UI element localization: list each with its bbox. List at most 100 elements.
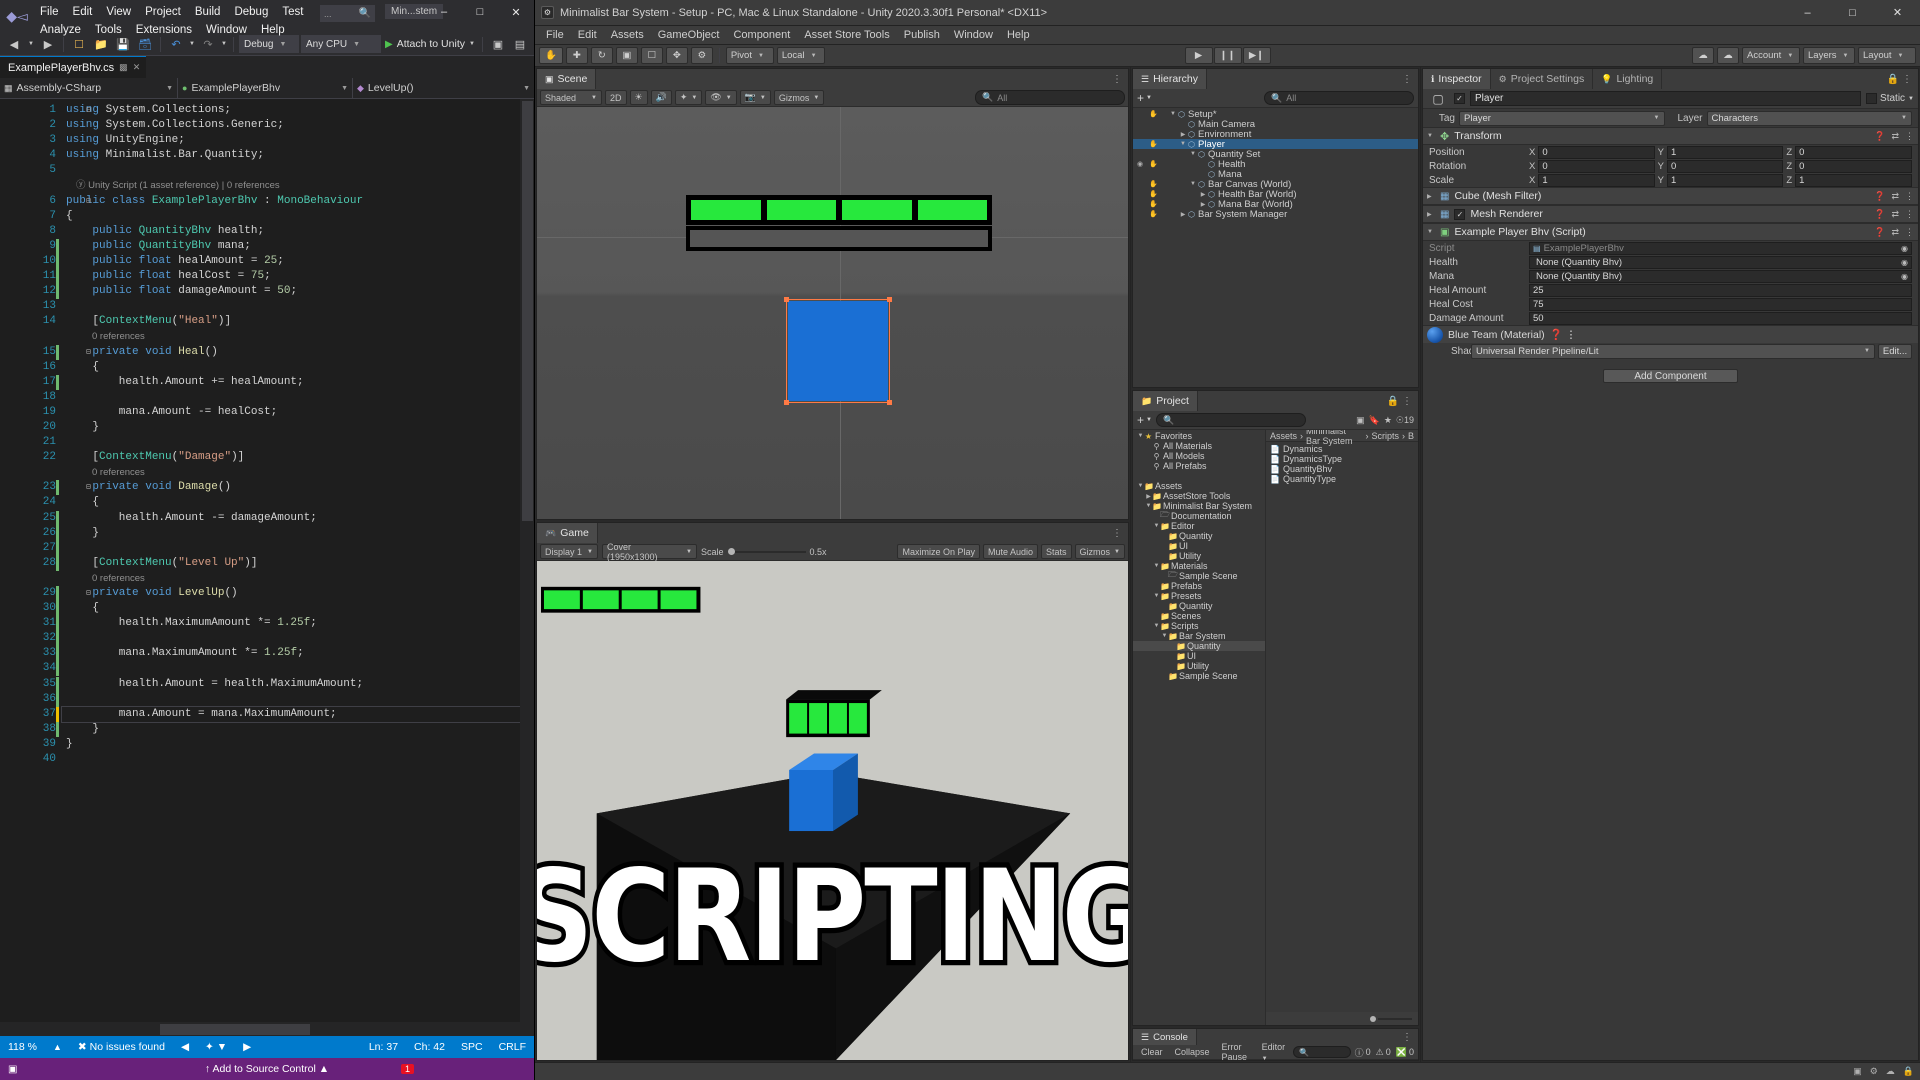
unity-maximize-button[interactable]: □ <box>1830 0 1875 26</box>
hierarchy-item-mana-bar-world[interactable]: ✋ ▶ ⬡ Mana Bar (World) <box>1133 199 1418 210</box>
expand-arrow-icon[interactable]: ▶ <box>1199 201 1207 208</box>
component-mesh-renderer[interactable]: ▶ ▦ ✓ Mesh Renderer ❓ ⇄ ⋮ <box>1423 205 1918 223</box>
project-folder-quantity[interactable]: 📁 Quantity <box>1133 601 1265 611</box>
pickability-hand-icon[interactable]: ✋ <box>1149 190 1158 198</box>
collab-icon[interactable]: ☁ <box>1692 47 1714 64</box>
play-button[interactable]: ▶ <box>1184 47 1213 64</box>
scene-mana-bar[interactable] <box>686 226 992 251</box>
project-zoom-slider[interactable] <box>1266 1012 1418 1025</box>
project-folder-documentation[interactable]: 🗁 Documentation <box>1133 510 1265 521</box>
cube-handle-tr[interactable] <box>887 297 892 302</box>
expand-arrow-icon[interactable]: ▼ <box>1137 483 1144 489</box>
attach-play-icon[interactable]: ▶ <box>383 39 395 50</box>
vs-quick-search[interactable]: ... 🔍 <box>320 5 375 22</box>
tab-inspector[interactable]: ℹ Inspector <box>1423 69 1491 89</box>
nav-type-dropdown[interactable]: ● ExamplePlayerBhv ▼ <box>178 78 353 98</box>
scene-camera-icon[interactable]: 📷 ▼ <box>739 90 771 105</box>
vs-minimize-button[interactable]: – <box>426 0 462 24</box>
hierarchy-item-health[interactable]: ◉ ✋ ⬡ Health <box>1133 159 1418 170</box>
issues-status[interactable]: ✖ No issues found <box>70 1041 173 1053</box>
console-warning-count[interactable]: ⚠ 0 <box>1376 1047 1391 1058</box>
toolbar-extra-icon-1[interactable]: ▣ <box>488 35 508 54</box>
project-folder-tree[interactable]: ▼ ★ Favorites ⚲ All Materials ⚲ All Models ⚲ All… <box>1133 430 1266 1025</box>
cube-handle-bl[interactable] <box>784 400 789 405</box>
unity-menu-component[interactable]: Component <box>726 26 797 45</box>
pickability-hand-icon[interactable]: ✋ <box>1149 110 1158 118</box>
hierarchy-item-main-camera[interactable]: ⬡ Main Camera <box>1133 119 1418 130</box>
project-folder-all-prefabs[interactable]: ⚲ All Prefabs <box>1133 461 1265 471</box>
console-search-input[interactable]: 🔍 <box>1293 1046 1351 1058</box>
project-folder-ui[interactable]: 📁 UI <box>1133 651 1265 661</box>
add-component-button[interactable]: Add Component <box>1603 369 1738 383</box>
help-icon[interactable]: ❓ <box>1874 131 1885 142</box>
expand-arrow-icon[interactable]: ▼ <box>1153 563 1160 569</box>
toolbar-extra-icon-2[interactable]: ▤ <box>510 35 530 54</box>
project-folder-utility[interactable]: 📁 Utility <box>1133 661 1265 671</box>
unity-menu-assets[interactable]: Assets <box>604 26 651 45</box>
help-icon-material[interactable]: ❓ <box>1550 329 1563 341</box>
object-name-input[interactable]: Player <box>1470 91 1862 106</box>
console-error-pause-button[interactable]: Error Pause <box>1218 1042 1254 1062</box>
expand-arrow-icon[interactable]: ▶ <box>1179 211 1187 218</box>
tab-game[interactable]: 🎮 Game <box>537 523 598 543</box>
unity-menu-file[interactable]: File <box>539 26 571 45</box>
more-icon[interactable]: ⋮ <box>1905 131 1914 142</box>
chevron-down-icon-transform[interactable]: ▼ <box>1427 133 1435 139</box>
space-dropdown[interactable]: Local ▼ <box>776 47 825 64</box>
filter-type-icon[interactable]: ▣ <box>1356 415 1365 426</box>
status-icon-1[interactable]: ▣ <box>1853 1066 1862 1077</box>
more-icon-script[interactable]: ⋮ <box>1905 227 1914 238</box>
project-asset-quantitytype[interactable]: 📄 QuantityType <box>1270 474 1418 484</box>
expand-arrow-icon[interactable]: ▼ <box>1153 593 1160 599</box>
layout-dropdown[interactable]: Layout ▼ <box>1858 47 1916 64</box>
axis-input-z[interactable]: 1 <box>1795 173 1913 187</box>
zoom-dropdown-icon[interactable]: ▲ <box>45 1042 70 1052</box>
tab-project-settings[interactable]: ⚙ Project Settings <box>1491 69 1594 89</box>
project-search-input[interactable]: 🔍 <box>1155 413 1306 427</box>
unity-menu-edit[interactable]: Edit <box>571 26 604 45</box>
pin-icon[interactable]: ▩ <box>119 62 128 73</box>
cube-handle-br[interactable] <box>887 400 892 405</box>
inspector-lock-icon[interactable]: 🔒 ⋮ <box>1881 69 1918 89</box>
breadcrumb-item[interactable]: Assets <box>1270 431 1297 441</box>
hierarchy-item-health-bar-world[interactable]: ✋ ▶ ⬡ Health Bar (World) <box>1133 189 1418 200</box>
rect-tool-button[interactable]: ☐ <box>640 47 663 64</box>
pickability-hand-icon[interactable]: ✋ <box>1149 210 1158 218</box>
editor-vertical-scrollbar[interactable] <box>520 99 534 1022</box>
hierarchy-item-player[interactable]: ✋ ▼ ⬡ Player <box>1133 139 1418 150</box>
editor-horizontal-scrollbar[interactable] <box>0 1022 534 1036</box>
scene-viewport[interactable] <box>537 107 1128 519</box>
code-editor[interactable]: 1 2 3 4 5 6 7 8 9 10 11 12 13 14 15 16 17 18 19 20 21 22 23 24 2… <box>0 99 534 1022</box>
transform-component-header[interactable]: ▼ ✥ Transform ❓ ⇄ ⋮ <box>1423 127 1918 145</box>
notification-badge[interactable]: 1 <box>400 1064 414 1074</box>
axis-input-y[interactable]: 1 <box>1667 173 1784 187</box>
expand-arrow-icon[interactable]: ▼ <box>1145 503 1152 509</box>
project-asset-dynamicstype[interactable]: 📄 DynamicsType <box>1270 454 1418 464</box>
fold-toggle-icon[interactable]: ⊟ <box>86 345 91 360</box>
project-folder-sample-scene[interactable]: 📁 Sample Scene <box>1133 671 1265 681</box>
fold-toggle-icon[interactable]: ⊟ <box>86 103 91 118</box>
expand-arrow-icon[interactable]: ▼ <box>1137 433 1144 439</box>
breadcrumb-item[interactable]: Scripts <box>1371 431 1399 441</box>
static-checkbox[interactable] <box>1866 93 1878 104</box>
preset-icon-script[interactable]: ⇄ <box>1891 227 1899 238</box>
fx-dropdown-icon[interactable]: ✦ ▼ <box>674 90 703 105</box>
project-folder-scenes[interactable]: 📁 Scenes <box>1133 611 1265 621</box>
fold-toggle-icon[interactable]: ⊟ <box>86 194 91 209</box>
script-component-header[interactable]: ▼ ▣ Example Player Bhv (Script) ❓ ⇄ ⋮ <box>1423 223 1918 241</box>
object-enabled-checkbox[interactable]: ✓ <box>1454 93 1465 104</box>
project-folder-quantity[interactable]: 📁 Quantity <box>1133 641 1265 651</box>
fold-toggle-icon[interactable]: ⊟ <box>86 480 91 495</box>
scene-visibility-icon[interactable]: 👁 ▼ <box>705 90 737 105</box>
tab-lighting[interactable]: 💡 Lighting <box>1593 69 1663 89</box>
cloud-icon[interactable]: ☁ <box>1717 47 1739 64</box>
status-icon-3[interactable]: ☁ <box>1886 1066 1895 1077</box>
hierarchy-item-setup[interactable]: ✋ ▼ ⬡ Setup* <box>1133 109 1418 120</box>
expand-arrow-icon[interactable]: ▼ <box>1153 523 1160 529</box>
transform-tool-button[interactable]: ✥ <box>665 47 688 64</box>
static-toggle[interactable]: Static ▼ <box>1866 93 1914 104</box>
breadcrumb-item[interactable]: B <box>1408 431 1414 441</box>
pickability-hand-icon[interactable]: ✋ <box>1149 180 1158 188</box>
scale-slider[interactable] <box>727 547 806 557</box>
zoom-level[interactable]: 118 % <box>0 1041 45 1053</box>
